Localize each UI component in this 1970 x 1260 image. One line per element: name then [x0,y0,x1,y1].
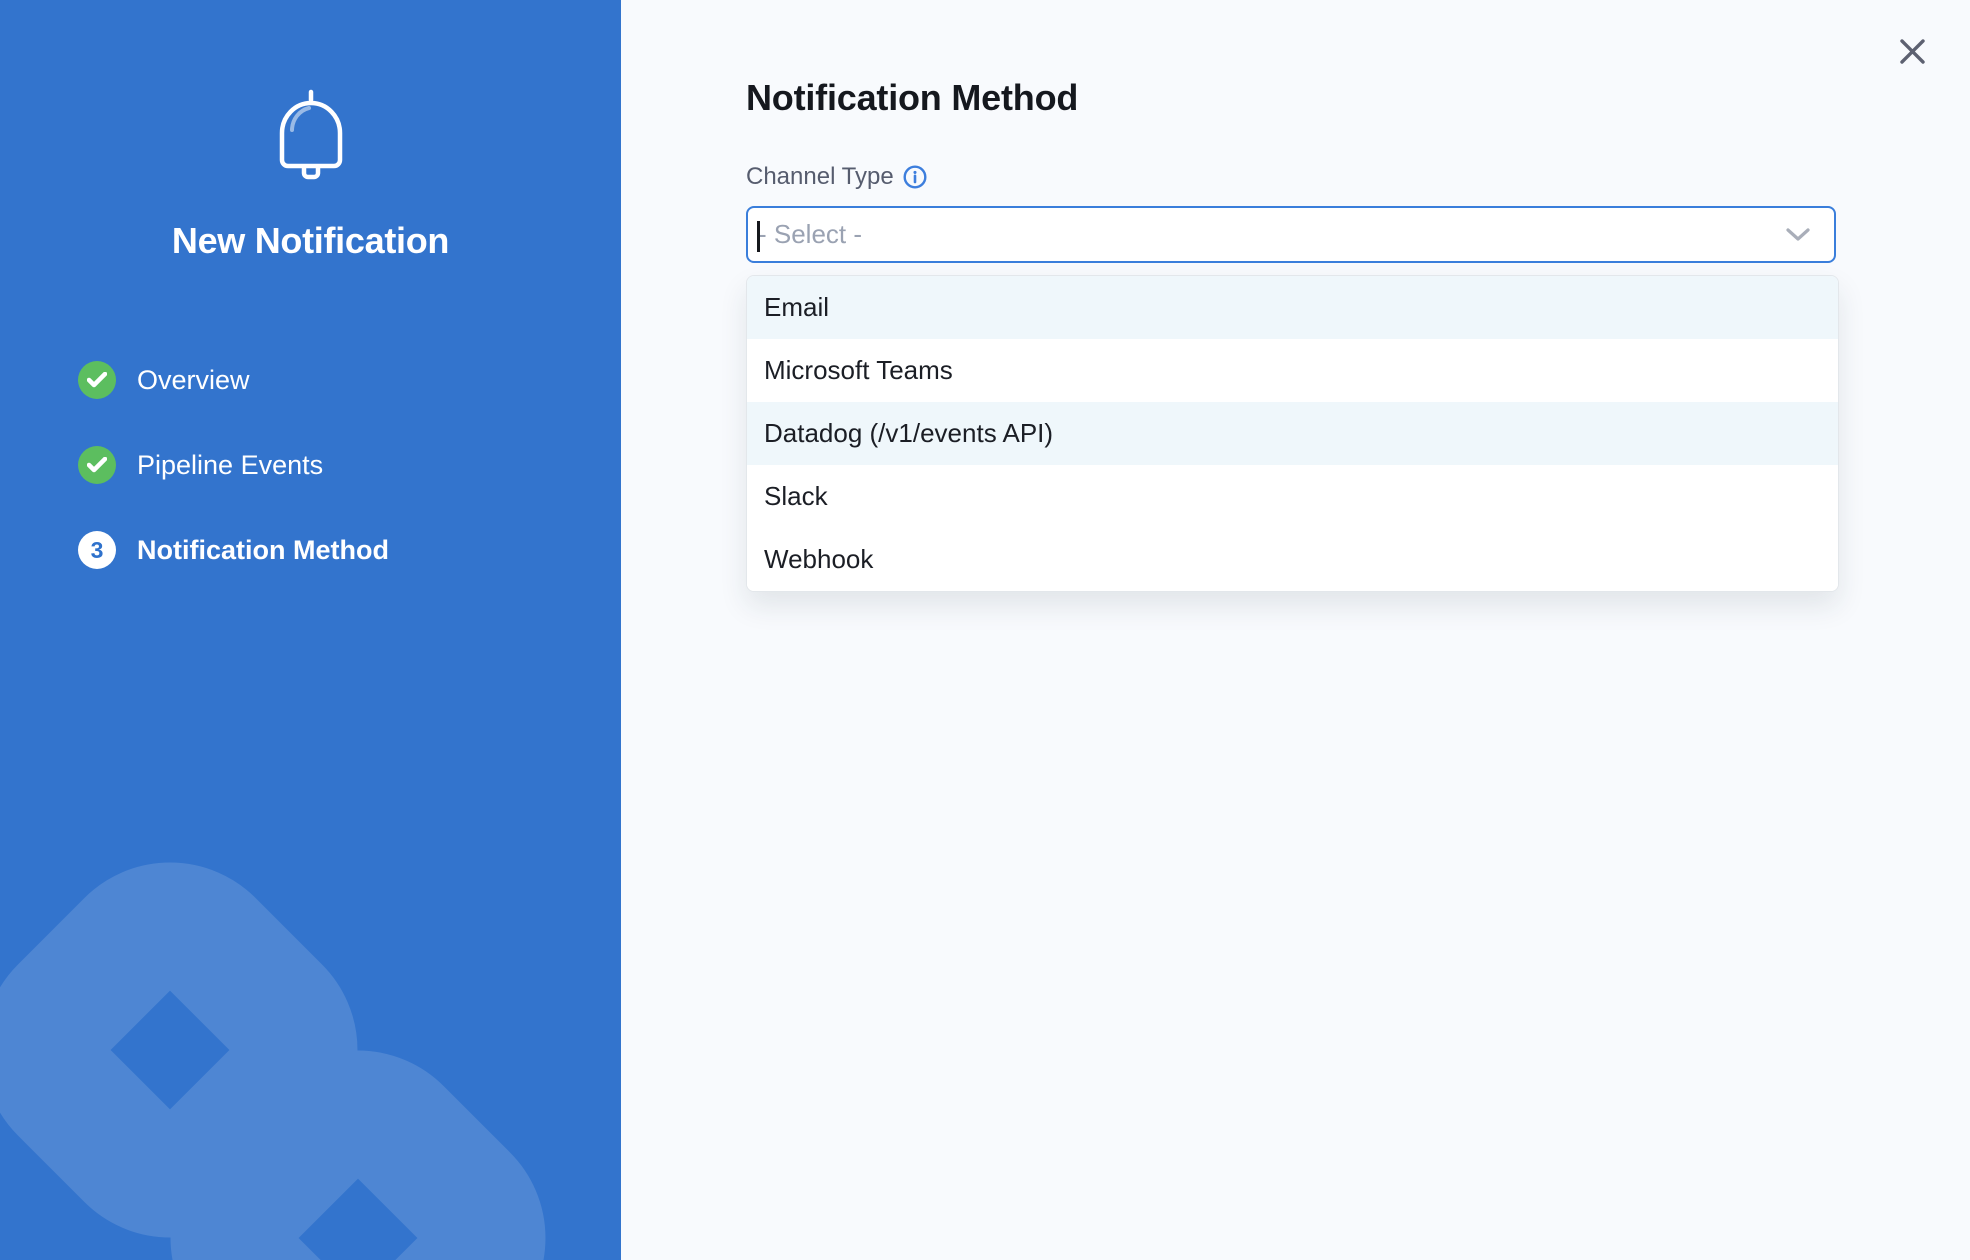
close-icon [1899,38,1926,65]
notification-method-panel: Notification Method Channel Type - Selec… [621,0,1970,1260]
step-number-badge: 3 [78,531,116,569]
page-title: Notification Method [746,77,1078,119]
option-email[interactable]: Email [747,276,1838,339]
option-slack[interactable]: Slack [747,465,1838,528]
option-webhook[interactable]: Webhook [747,528,1838,591]
channel-type-dropdown: Email Microsoft Teams Datadog (/v1/event… [746,275,1839,592]
step-label: Pipeline Events [137,450,323,481]
check-icon [87,372,107,388]
info-icon[interactable] [903,165,927,189]
step-label: Notification Method [137,535,389,566]
text-caret [757,221,760,252]
new-notification-modal: New Notification Overview [0,0,1970,1260]
step-complete-badge [78,446,116,484]
close-button[interactable] [1897,36,1927,66]
channel-type-select[interactable]: - Select - [746,206,1836,263]
step-pipeline-events[interactable]: Pipeline Events [78,446,389,484]
channel-type-label-row: Channel Type [746,163,927,191]
wizard-steps: Overview Pipeline Events 3 Notification … [78,361,389,569]
check-icon [87,457,107,473]
step-overview[interactable]: Overview [78,361,389,399]
select-placeholder: - Select - [748,219,862,250]
chevron-down-icon[interactable] [1786,228,1810,242]
channel-type-label: Channel Type [746,163,894,191]
option-microsoft-teams[interactable]: Microsoft Teams [747,339,1838,402]
bell-icon [276,86,346,181]
step-label: Overview [137,365,250,396]
step-complete-badge [78,361,116,399]
option-datadog[interactable]: Datadog (/v1/events API) [747,402,1838,465]
wizard-sidebar: New Notification Overview [0,0,621,1260]
step-notification-method[interactable]: 3 Notification Method [78,531,389,569]
wizard-title: New Notification [0,220,621,262]
